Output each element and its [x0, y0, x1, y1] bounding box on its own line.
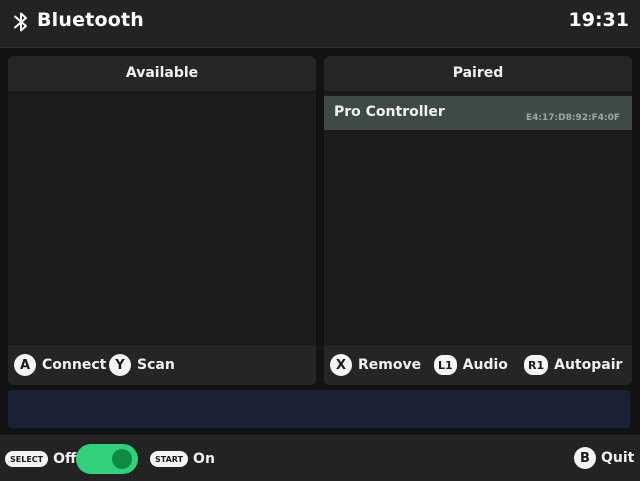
- paired-device-list: Pro Controller E4:17:D8:92:F4:0F: [324, 91, 632, 345]
- off-label: Off: [53, 451, 77, 467]
- scan-hint[interactable]: Y Scan: [109, 354, 175, 376]
- page-title: Bluetooth: [37, 9, 145, 31]
- b-button-icon: B: [574, 447, 596, 469]
- paired-panel-title: Paired: [324, 56, 632, 91]
- device-mac-address: E4:17:D8:92:F4:0F: [525, 113, 620, 123]
- quit-label: Quit: [601, 450, 635, 466]
- r1-button-icon: R1: [524, 355, 549, 375]
- start-button-icon: START: [150, 451, 189, 467]
- remove-label: Remove: [358, 357, 422, 373]
- quit-hint[interactable]: B Quit: [574, 447, 634, 469]
- available-panel: Available A Connect Y Scan: [8, 56, 316, 385]
- a-button-icon: A: [14, 354, 36, 376]
- connect-label: Connect: [42, 357, 107, 373]
- autopair-label: Autopair: [554, 357, 623, 373]
- select-button-icon: SELECT: [5, 451, 49, 467]
- available-panel-title: Available: [8, 56, 316, 91]
- audio-hint[interactable]: L1 Audio: [434, 354, 508, 376]
- paired-device-row[interactable]: Pro Controller E4:17:D8:92:F4:0F: [324, 96, 632, 130]
- header-bar: Bluetooth 19:31: [0, 0, 640, 48]
- scan-label: Scan: [137, 357, 175, 373]
- status-bar: [8, 390, 630, 428]
- on-label: On: [193, 451, 215, 467]
- footer-bar: SELECT Off START On B Quit: [0, 435, 640, 481]
- bluetooth-icon: [14, 12, 27, 32]
- toggle-knob: [112, 449, 132, 469]
- audio-label: Audio: [462, 357, 508, 373]
- clock: 19:31: [568, 9, 629, 31]
- device-name: Pro Controller: [334, 104, 445, 120]
- x-button-icon: X: [330, 354, 352, 376]
- paired-panel-footer: X Remove L1 Audio R1 Autopair: [324, 345, 632, 385]
- select-off-hint[interactable]: SELECT Off: [5, 448, 76, 470]
- paired-panel: Paired Pro Controller E4:17:D8:92:F4:0F …: [324, 56, 632, 385]
- y-button-icon: Y: [109, 354, 131, 376]
- autopair-hint[interactable]: R1 Autopair: [524, 354, 622, 376]
- bluetooth-toggle[interactable]: [76, 444, 138, 474]
- available-panel-footer: A Connect Y Scan: [8, 345, 316, 385]
- l1-button-icon: L1: [434, 355, 457, 375]
- remove-hint[interactable]: X Remove: [330, 354, 421, 376]
- available-device-list[interactable]: [8, 91, 316, 345]
- connect-hint[interactable]: A Connect: [14, 354, 106, 376]
- start-on-hint[interactable]: START On: [150, 448, 215, 470]
